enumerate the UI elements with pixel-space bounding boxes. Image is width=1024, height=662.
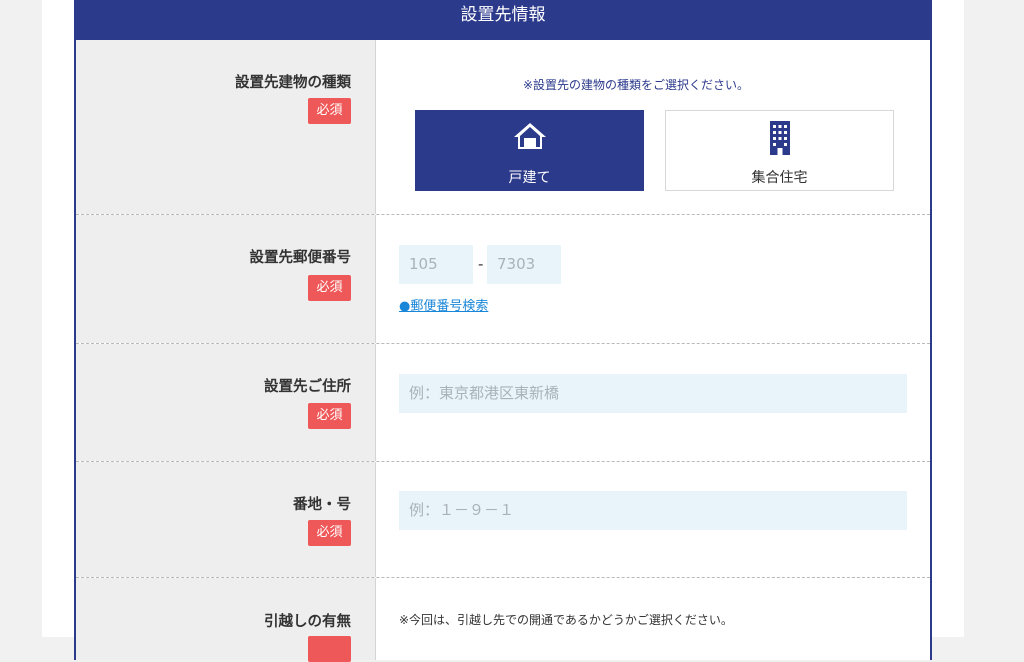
field-cell: ※今回は、引越し先での開通であるかどうかご選択ください。 xyxy=(377,578,930,660)
form-row-moving: 引越しの有無 ※今回は、引越し先での開通であるかどうかご選択ください。 xyxy=(76,578,930,662)
label-cell: 設置先ご住所 必須 xyxy=(76,344,376,461)
postal-code-separator: - xyxy=(478,255,484,273)
address-label: 設置先ご住所 xyxy=(264,379,351,395)
field-cell: 例：東京都港区東新橋 xyxy=(377,344,930,461)
section-title: 設置先情報 xyxy=(76,0,930,40)
building-type-label: 設置先建物の種類 xyxy=(235,75,351,91)
apartment-label: 集合住宅 xyxy=(751,170,808,186)
detached-house-option-button[interactable]: 戸建て xyxy=(415,110,644,191)
label-cell: 番地・号 必須 xyxy=(76,462,376,577)
required-badge: 必須 xyxy=(308,275,351,301)
form-row-address: 設置先ご住所 必須 例：東京都港区東新橋 xyxy=(76,344,930,462)
required-badge: 必須 xyxy=(308,98,351,124)
required-badge: 必須 xyxy=(308,403,351,429)
postal-code-first-input[interactable]: 105 xyxy=(399,245,473,284)
label-cell: 設置先郵便番号 必須 xyxy=(76,215,376,343)
building-type-note: ※設置先の建物の種類をご選択ください。 xyxy=(523,78,750,92)
block-number-label: 番地・号 xyxy=(293,497,351,513)
house-icon xyxy=(416,121,643,151)
moving-label: 引越しの有無 xyxy=(264,614,351,630)
form-row-block-number: 番地・号 必須 例：１－９－１ xyxy=(76,462,930,578)
apartment-building-icon xyxy=(666,121,893,155)
required-badge: 必須 xyxy=(308,520,351,546)
label-cell: 引越しの有無 xyxy=(76,578,376,662)
required-badge xyxy=(308,636,351,662)
label-cell: 設置先建物の種類 必須 xyxy=(76,40,376,214)
postal-code-second-input[interactable]: 7303 xyxy=(487,245,561,284)
field-cell: ※設置先の建物の種類をご選択ください。 戸建て 集合住宅 xyxy=(377,40,930,214)
installation-info-form: 設置先情報 設置先建物の種類 必須 ※設置先の建物の種類をご選択ください。 戸建… xyxy=(74,0,932,662)
postal-code-search-link[interactable]: ●郵便番号検索 xyxy=(399,295,488,314)
moving-note: ※今回は、引越し先での開通であるかどうかご選択ください。 xyxy=(399,613,733,627)
field-cell: 例：１－９－１ xyxy=(377,462,930,577)
detached-house-label: 戸建て xyxy=(508,170,551,186)
address-input[interactable]: 例：東京都港区東新橋 xyxy=(399,374,907,413)
field-cell: 105 - 7303 ●郵便番号検索 xyxy=(377,215,930,343)
postal-code-label: 設置先郵便番号 xyxy=(249,250,352,266)
page-content: 設置先情報 設置先建物の種類 必須 ※設置先の建物の種類をご選択ください。 戸建… xyxy=(42,0,964,662)
form-row-postal-code: 設置先郵便番号 必須 105 - 7303 ●郵便番号検索 xyxy=(76,215,930,344)
form-row-building-type: 設置先建物の種類 必須 ※設置先の建物の種類をご選択ください。 戸建て 集合住宅 xyxy=(76,40,930,215)
apartment-option-button[interactable]: 集合住宅 xyxy=(665,110,894,191)
block-number-input[interactable]: 例：１－９－１ xyxy=(399,491,907,530)
